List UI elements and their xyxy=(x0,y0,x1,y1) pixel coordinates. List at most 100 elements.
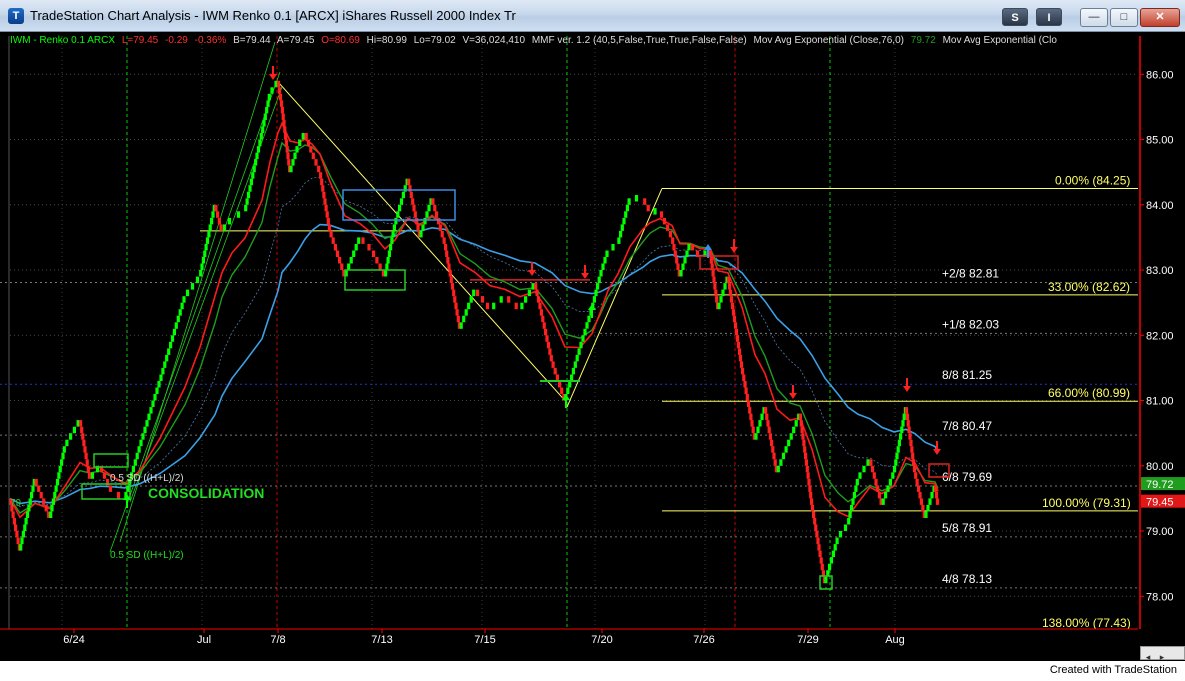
renko-brick-down xyxy=(281,113,285,120)
renko-brick-down xyxy=(81,433,85,440)
renko-brick-up xyxy=(165,354,169,362)
renko-brick-up xyxy=(201,257,205,264)
renko-brick-up xyxy=(850,505,854,512)
renko-brick-down xyxy=(536,296,541,303)
renko-brick-up xyxy=(594,289,598,297)
renko-brick-down xyxy=(553,367,557,375)
renko-brick-up xyxy=(182,296,186,303)
renko-brick-up xyxy=(394,217,398,225)
renko-brick-down xyxy=(738,354,743,362)
renko-brick-down xyxy=(284,133,288,140)
renko-brick-up xyxy=(258,139,262,147)
renko-brick-down xyxy=(285,146,289,153)
renko-brick-down xyxy=(671,237,675,244)
close-button[interactable]: ✕ xyxy=(1140,8,1180,27)
renko-brick-up xyxy=(527,289,531,297)
renko-brick-down xyxy=(322,191,326,199)
renko-brick-up xyxy=(579,341,583,349)
renko-brick-down xyxy=(770,439,774,447)
renko-brick-up xyxy=(901,420,905,427)
renko-brick-down xyxy=(15,531,19,538)
renko-brick-down xyxy=(14,524,18,531)
renko-brick-up xyxy=(900,426,904,434)
renko-brick-down xyxy=(87,472,91,479)
renko-brick-up xyxy=(423,217,427,225)
renko-brick-down xyxy=(816,537,820,545)
renko-brick-down xyxy=(915,478,919,486)
renko-brick-up xyxy=(499,296,503,303)
renko-brick-down xyxy=(361,237,365,244)
renko-brick-up xyxy=(779,459,783,466)
maximize-button[interactable]: □ xyxy=(1110,8,1138,27)
renko-brick-up xyxy=(133,459,137,466)
renko-brick-up xyxy=(792,426,796,434)
renko-brick-up xyxy=(581,335,585,342)
price-tick-label: 80.00 xyxy=(1146,461,1174,473)
renko-brick-up xyxy=(211,211,215,218)
murrey-level-label: 8/8 81.25 xyxy=(942,368,992,382)
fib-level-label: 66.00% (80.99) xyxy=(1048,386,1130,400)
renko-brick-down xyxy=(909,439,913,447)
renko-brick-down xyxy=(912,465,917,473)
renko-brick-up xyxy=(31,485,35,492)
renko-brick-up xyxy=(924,511,928,518)
renko-brick-down xyxy=(662,217,667,225)
price-tick-label: 86.00 xyxy=(1146,69,1174,81)
renko-brick-down xyxy=(415,217,419,225)
renko-brick-up xyxy=(824,576,828,584)
s-menu-button[interactable]: S xyxy=(1002,8,1028,26)
renko-brick-up xyxy=(265,106,269,114)
renko-brick-up xyxy=(587,315,591,323)
renko-brick-up xyxy=(683,257,687,264)
renko-brick-down xyxy=(813,518,817,525)
renko-brick-up xyxy=(20,537,24,545)
renko-brick-up xyxy=(176,315,180,323)
horizontal-scrollbar[interactable]: ◂ ▸ xyxy=(1140,646,1185,662)
renko-brick-up xyxy=(204,243,208,251)
renko-brick-up xyxy=(653,208,657,215)
renko-brick-up xyxy=(354,244,358,251)
renko-brick-down xyxy=(675,257,679,264)
renko-brick-up xyxy=(236,211,241,218)
renko-brick-down xyxy=(452,289,456,297)
open-price: O=80.69 xyxy=(321,35,360,46)
renko-brick-up xyxy=(858,472,862,479)
renko-brick-down xyxy=(921,504,925,512)
renko-brick-up xyxy=(425,211,429,218)
renko-brick-up xyxy=(427,204,431,212)
renko-brick-up xyxy=(854,485,858,492)
renko-brick-up xyxy=(357,237,361,244)
renko-brick-down xyxy=(877,491,881,499)
renko-brick-up xyxy=(90,472,95,479)
renko-brick-down xyxy=(748,407,752,414)
renko-brick-down xyxy=(44,505,48,512)
renko-brick-up xyxy=(58,465,62,473)
renko-brick-up xyxy=(248,185,252,192)
renko-brick-down xyxy=(309,146,313,153)
renko-brick-up xyxy=(617,237,621,244)
renko-brick-down xyxy=(876,485,880,492)
renko-brick-up xyxy=(601,263,605,270)
renko-brick-up xyxy=(577,348,581,355)
renko-brick-up xyxy=(789,433,793,440)
renko-brick-down xyxy=(814,524,818,531)
renko-brick-down xyxy=(659,211,664,218)
indicator-ema: Mov Avg Exponential (Close,76,0) xyxy=(753,35,904,46)
renko-brick-up xyxy=(622,217,626,225)
renko-brick-down xyxy=(534,283,538,290)
renko-brick-up xyxy=(387,250,391,257)
date-tick-label: 7/26 xyxy=(693,634,714,646)
i-menu-button[interactable]: I xyxy=(1036,8,1062,26)
renko-brick-up xyxy=(685,250,689,257)
renko-brick-up xyxy=(227,217,232,225)
renko-brick-up xyxy=(389,243,393,251)
renko-brick-up xyxy=(390,237,394,244)
price-tick-label: 82.00 xyxy=(1146,330,1174,342)
renko-chart[interactable]: +2/8 82.81 +1/8 82.03 8/8 81.25 7/8 80.47 6/… xyxy=(0,32,1185,661)
renko-brick-up xyxy=(208,224,212,231)
renko-brick-up xyxy=(298,139,302,146)
renko-brick-up xyxy=(597,276,601,284)
minimize-button[interactable]: — xyxy=(1080,8,1108,27)
renko-brick-down xyxy=(934,491,939,499)
renko-brick-down xyxy=(905,413,909,421)
